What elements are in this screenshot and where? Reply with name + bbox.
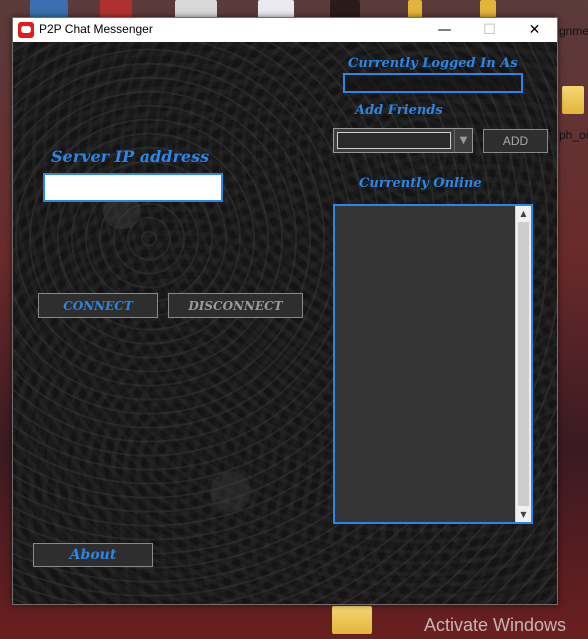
activate-windows-watermark: Activate Windows (423, 615, 566, 635)
triangle-down-icon[interactable]: ▼ (516, 507, 531, 522)
connect-button[interactable]: CONNECT (38, 293, 158, 318)
currently-online-label: Currently Online (359, 176, 482, 191)
close-button[interactable]: ✕ (512, 18, 557, 42)
server-ip-label: Server IP address (51, 147, 210, 166)
chat-bubble-icon (18, 22, 34, 38)
maximize-button[interactable]: ☐ (467, 18, 512, 42)
desktop-icon-1[interactable] (30, 0, 68, 18)
online-users-list[interactable]: ▲ ▼ (333, 204, 533, 524)
add-friend-button[interactable]: ADD (483, 129, 548, 153)
desktop-icon-2[interactable] (100, 0, 132, 18)
logged-in-label: Currently Logged In As (348, 56, 518, 71)
desktop-icon-5[interactable] (330, 0, 360, 18)
logged-in-user-field (343, 73, 523, 93)
chevron-down-icon[interactable]: ▼ (454, 129, 472, 152)
scrollbar-track[interactable] (518, 222, 529, 506)
folder-icon-bottom-2[interactable] (350, 606, 372, 634)
friend-select-value[interactable] (337, 132, 451, 149)
desktop-icon-4[interactable] (258, 0, 294, 18)
server-ip-input[interactable] (43, 173, 223, 202)
disconnect-button[interactable]: DISCONNECT (168, 293, 303, 318)
minimize-button[interactable]: — (422, 18, 467, 42)
folder-icon[interactable] (562, 86, 584, 114)
app-window: P2P Chat Messenger — ☐ ✕ Currently Logge… (12, 17, 558, 605)
desktop-file-label-2[interactable]: ph_ou (559, 128, 588, 142)
add-friends-label: Add Friends (355, 103, 443, 118)
window-title: P2P Chat Messenger (39, 22, 153, 36)
online-list-scrollbar[interactable]: ▲ ▼ (515, 206, 531, 522)
desktop-icon-3[interactable] (175, 0, 217, 18)
triangle-up-icon[interactable]: ▲ (516, 206, 531, 221)
desktop-icon-6[interactable] (408, 0, 422, 18)
desktop-file-label-1[interactable]: gnme (559, 24, 588, 38)
friend-select[interactable]: ▼ (333, 128, 473, 153)
title-bar[interactable]: P2P Chat Messenger — ☐ ✕ (13, 18, 557, 42)
about-button[interactable]: About (33, 543, 153, 567)
desktop-icon-7[interactable] (480, 0, 496, 18)
client-area: Currently Logged In As Add Friends ▼ ADD… (13, 42, 557, 604)
